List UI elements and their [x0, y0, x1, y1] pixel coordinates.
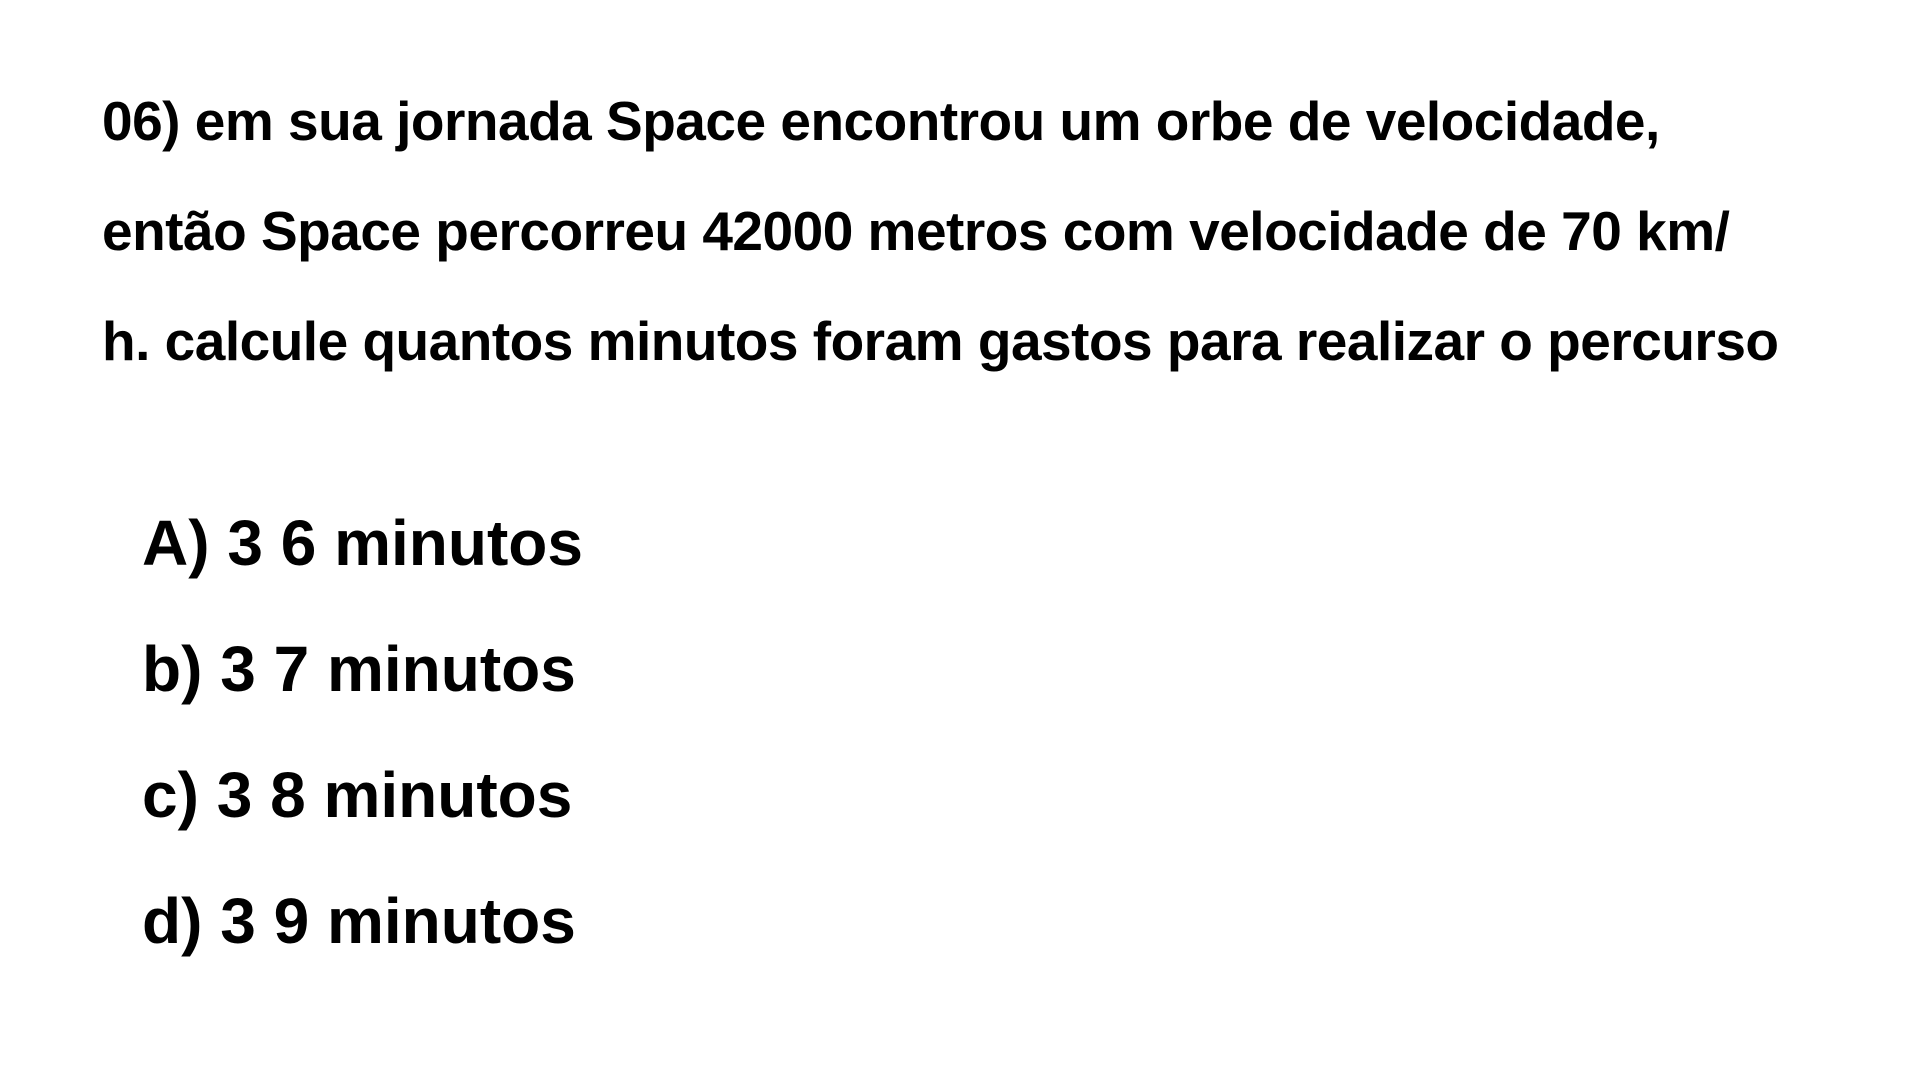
option-b: b) 3 7 minutos: [142, 633, 576, 705]
question-text: 06) em sua jornada Space encontrou um or…: [102, 66, 1892, 396]
question-line: então Space percorreu 42000 metros com v…: [102, 200, 1730, 262]
option-d: d) 3 9 minutos: [142, 885, 576, 957]
option-a: A) 3 6 minutos: [142, 507, 583, 579]
option-c: c) 3 8 minutos: [142, 759, 573, 831]
answer-options: A) 3 6 minutos b) 3 7 minutos c) 3 8 min…: [142, 480, 583, 984]
page: 06) em sua jornada Space encontrou um or…: [0, 0, 1920, 1080]
question-line: h. calcule quantos minutos foram gastos …: [102, 310, 1779, 372]
question-line: 06) em sua jornada Space encontrou um or…: [102, 90, 1660, 152]
